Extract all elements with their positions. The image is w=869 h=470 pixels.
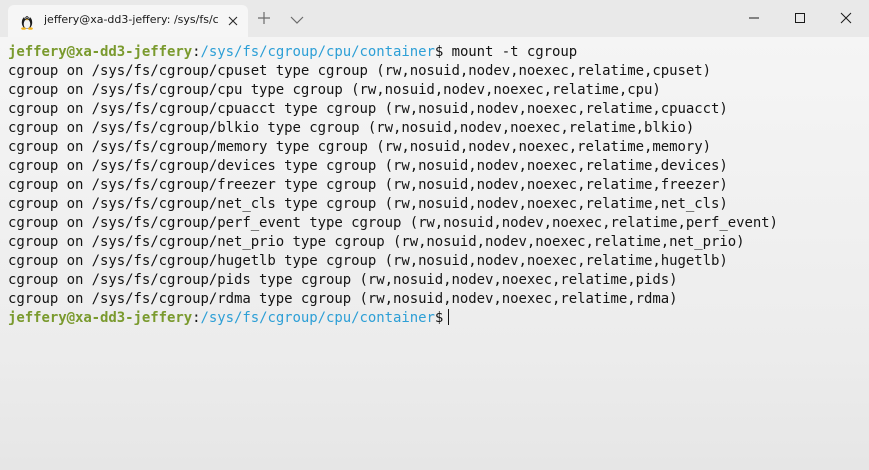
maximize-button[interactable] <box>777 0 823 37</box>
tab-dropdown-button[interactable] <box>287 10 307 28</box>
output-line: cgroup on /sys/fs/cgroup/memory type cgr… <box>8 139 711 155</box>
new-tab-button[interactable] <box>254 9 274 29</box>
minimize-button[interactable] <box>731 0 777 37</box>
tab-close-icon[interactable] <box>226 14 240 28</box>
maximize-icon <box>794 9 806 28</box>
prompt-path: /sys/fs/cgroup/cpu/container <box>200 44 435 60</box>
prompt-colon: : <box>192 310 201 326</box>
output-line: cgroup on /sys/fs/cgroup/cpuset type cgr… <box>8 63 711 79</box>
current-prompt-line[interactable]: jeffery@xa-dd3-jeffery:/sys/fs/cgroup/cp… <box>8 309 869 328</box>
output-line: cgroup on /sys/fs/cgroup/perf_event type… <box>8 215 778 231</box>
terminal-output[interactable]: jeffery@xa-dd3-jeffery:/sys/fs/cgroup/cp… <box>0 37 869 470</box>
plus-icon <box>257 10 271 29</box>
terminal-tab[interactable]: jeffery@xa-dd3-jeffery: /sys/fs/c <box>8 5 248 37</box>
prompt-colon: : <box>192 44 201 60</box>
output-block: cgroup on /sys/fs/cgroup/cpuset type cgr… <box>8 62 869 309</box>
minimize-icon <box>748 9 760 28</box>
prompt-user: jeffery@xa-dd3-jeffery <box>8 44 193 60</box>
linux-tux-icon <box>19 12 35 30</box>
output-line: cgroup on /sys/fs/cgroup/net_prio type c… <box>8 234 745 250</box>
output-line: cgroup on /sys/fs/cgroup/freezer type cg… <box>8 177 728 193</box>
chevron-down-icon <box>290 10 304 29</box>
output-line: cgroup on /sys/fs/cgroup/blkio type cgro… <box>8 120 695 136</box>
text-cursor <box>448 309 450 325</box>
output-line: cgroup on /sys/fs/cgroup/cpuacct type cg… <box>8 101 728 117</box>
command-text: mount -t cgroup <box>443 44 578 60</box>
prompt-path: /sys/fs/cgroup/cpu/container <box>200 310 435 326</box>
prompt-dollar: $ <box>434 44 444 60</box>
output-line: cgroup on /sys/fs/cgroup/net_cls type cg… <box>8 196 728 212</box>
output-line: cgroup on /sys/fs/cgroup/rdma type cgrou… <box>8 291 678 307</box>
output-line: cgroup on /sys/fs/cgroup/hugetlb type cg… <box>8 253 728 269</box>
tab-title: jeffery@xa-dd3-jeffery: /sys/fs/c <box>44 13 219 26</box>
close-window-button[interactable] <box>823 0 869 37</box>
output-line: cgroup on /sys/fs/cgroup/devices type cg… <box>8 158 728 174</box>
prompt-user: jeffery@xa-dd3-jeffery <box>8 310 193 326</box>
output-line: cgroup on /sys/fs/cgroup/cpu type cgroup… <box>8 82 661 98</box>
output-line: cgroup on /sys/fs/cgroup/pids type cgrou… <box>8 272 678 288</box>
title-bar: jeffery@xa-dd3-jeffery: /sys/fs/c <box>0 0 869 37</box>
prompt-dollar: $ <box>434 310 444 326</box>
close-icon <box>840 9 852 28</box>
command-line: jeffery@xa-dd3-jeffery:/sys/fs/cgroup/cp… <box>8 43 869 62</box>
